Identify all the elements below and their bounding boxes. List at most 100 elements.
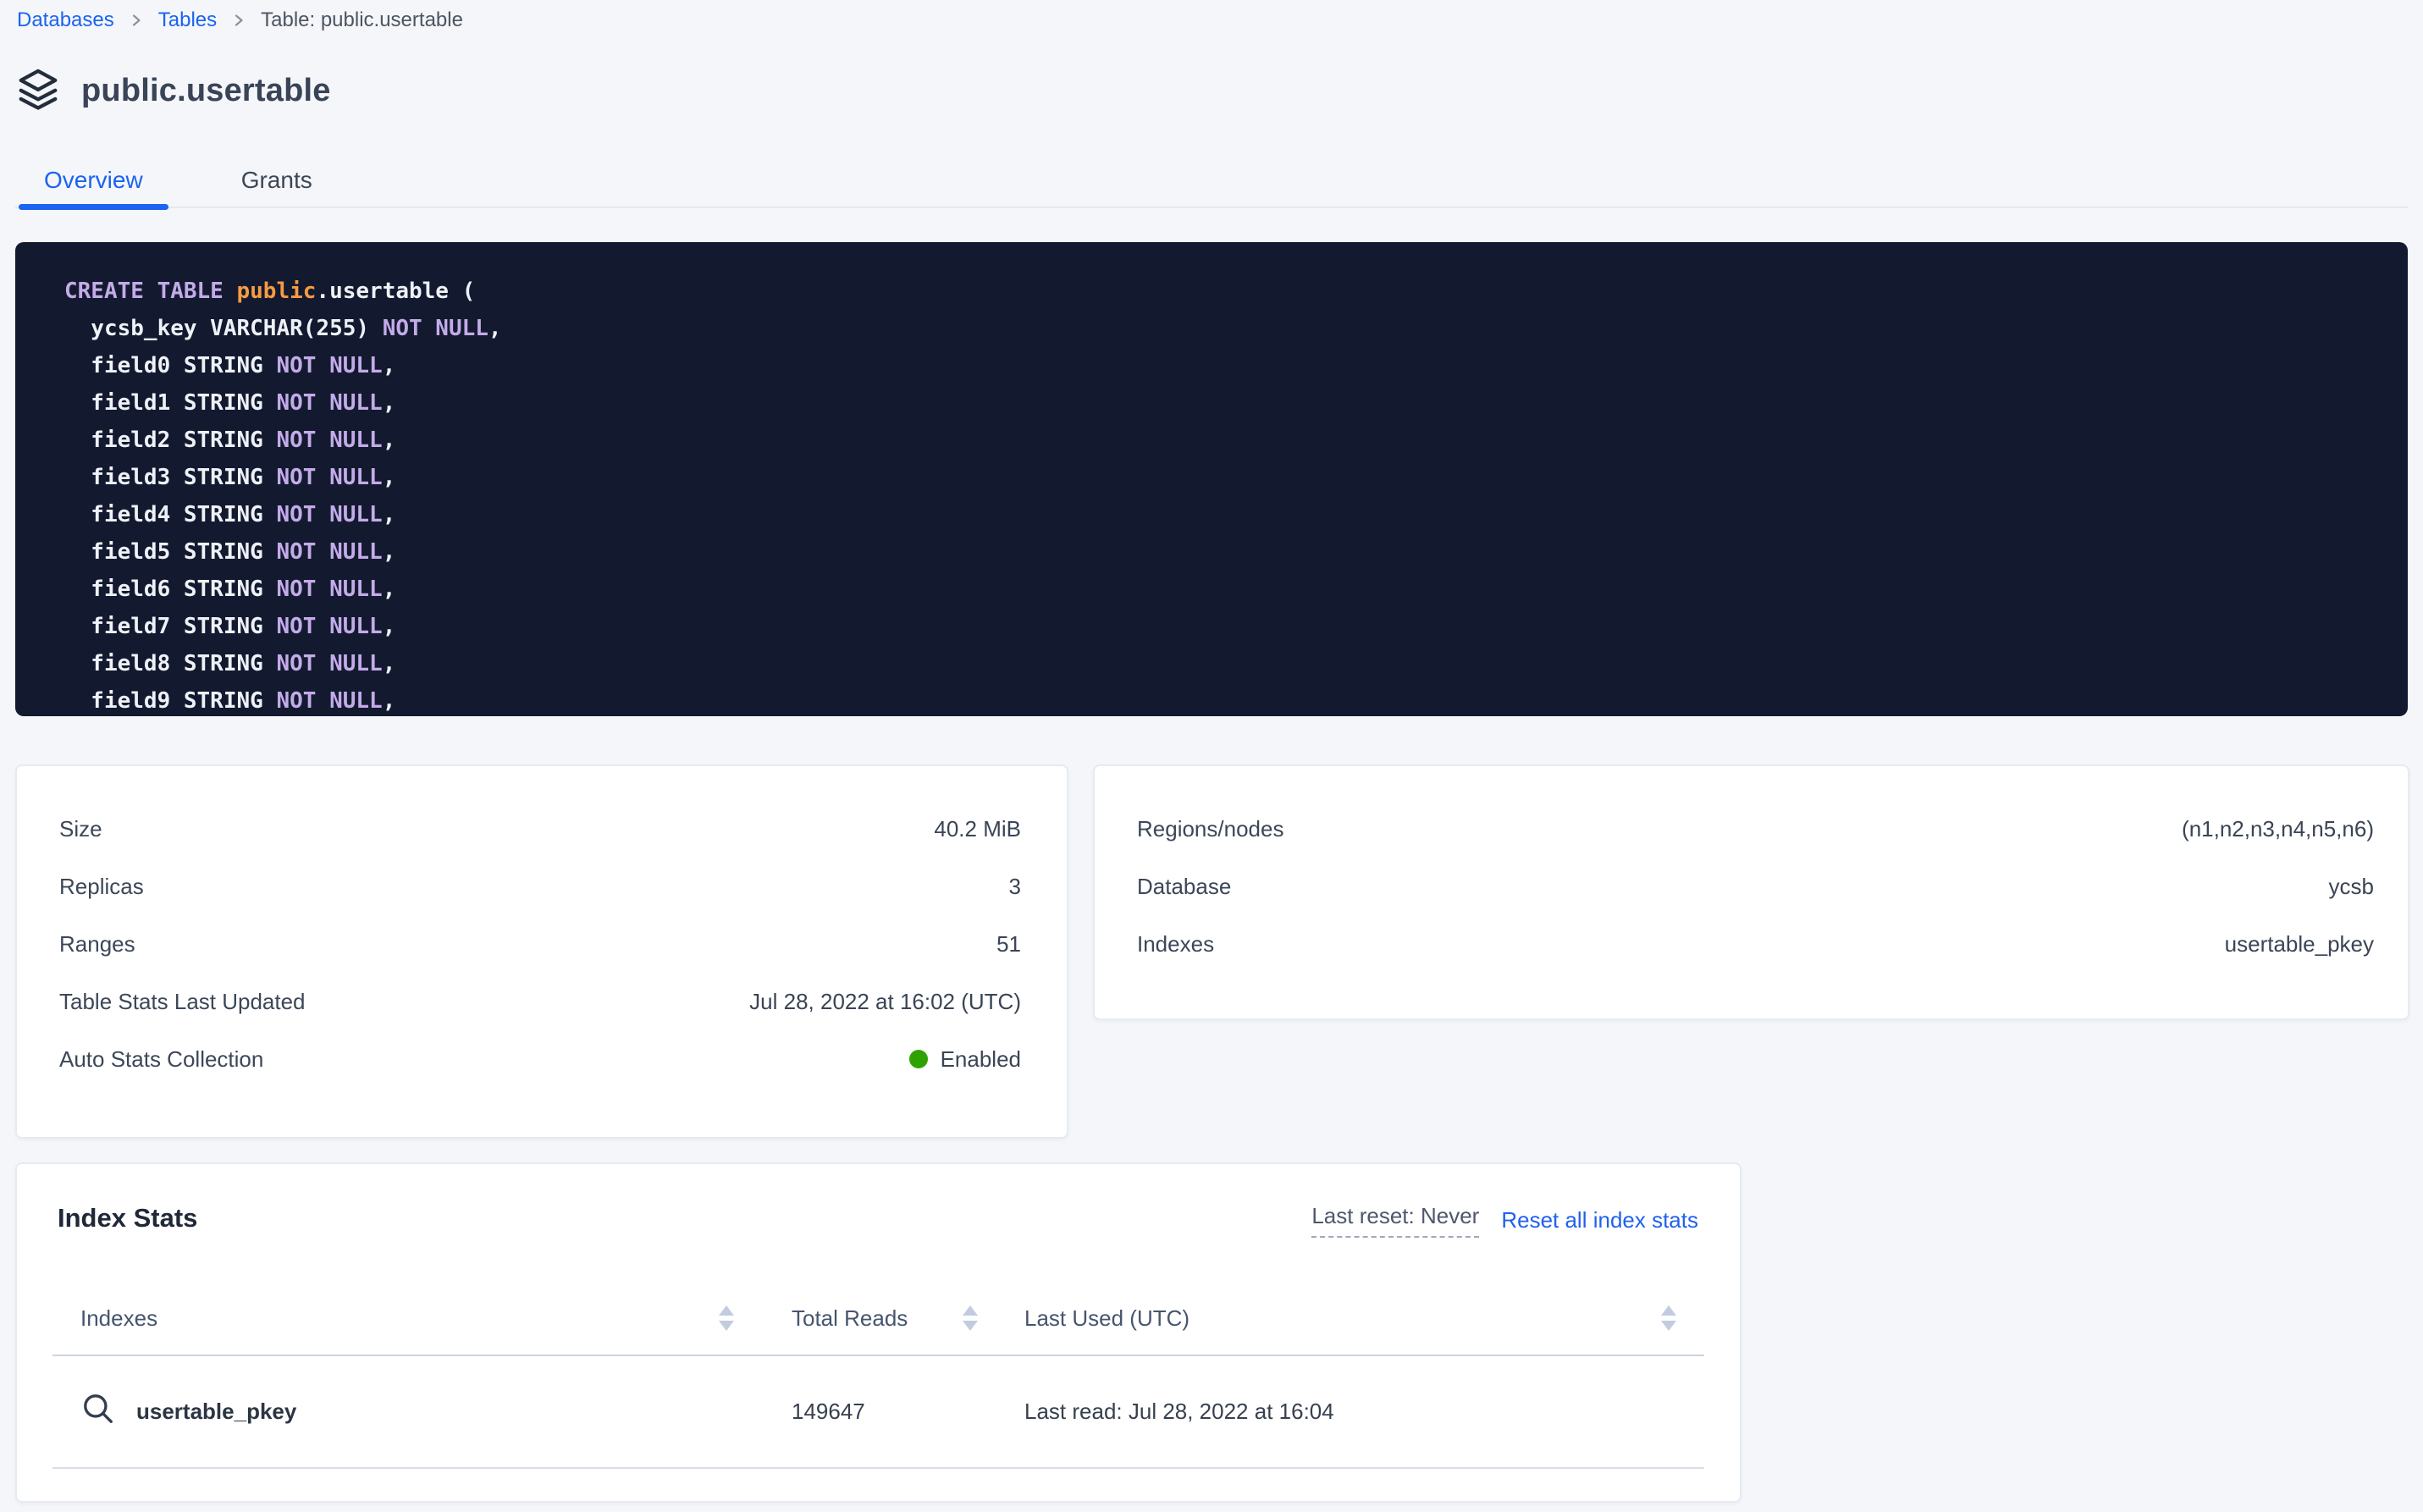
sql-segment: NOT NULL xyxy=(276,502,382,527)
sql-segment: field7 STRING xyxy=(64,614,276,639)
sql-segment: field5 STRING xyxy=(64,539,276,565)
table-stack-icon xyxy=(15,66,61,116)
chevron-right-icon xyxy=(230,12,247,29)
index-total-reads: 149647 xyxy=(741,1399,1024,1425)
sql-segment: NOT NULL xyxy=(383,316,488,341)
sql-segment: NOT NULL xyxy=(276,353,382,378)
sql-segment: , xyxy=(383,502,396,527)
page-title: public.usertable xyxy=(81,73,331,109)
stat-value: usertable_pkey xyxy=(2225,931,2374,957)
sql-segment: , xyxy=(488,316,502,341)
reset-all-index-stats-link[interactable]: Reset all index stats xyxy=(1501,1207,1698,1233)
sql-segment: NOT NULL xyxy=(276,539,382,565)
search-icon xyxy=(80,1391,116,1432)
stat-row: Indexes usertable_pkey xyxy=(1137,915,2374,973)
sql-segment: , xyxy=(383,390,396,416)
stat-value: (n1,n2,n3,n4,n5,n6) xyxy=(2182,816,2374,842)
index-name-link[interactable]: usertable_pkey xyxy=(136,1399,296,1425)
sql-segment: field2 STRING xyxy=(64,428,276,453)
sql-segment: , xyxy=(383,465,396,490)
sql-segment: , xyxy=(383,428,396,453)
sort-icon[interactable] xyxy=(963,1305,978,1331)
stat-row: Ranges 51 xyxy=(59,915,1021,973)
sql-segment: , xyxy=(383,577,396,602)
breadcrumb-current: Table: public.usertable xyxy=(261,8,463,32)
sql-line: field8 STRING NOT NULL, xyxy=(64,645,2374,682)
sql-segment: .usertable ( xyxy=(316,279,475,304)
create-table-sql-block: CREATE TABLE public.usertable ( ycsb_key… xyxy=(15,242,2408,716)
table-overview-stats-card: Size 40.2 MiB Replicas 3 Ranges 51 Table Stats… xyxy=(15,764,1068,1139)
sql-segment: , xyxy=(383,688,396,714)
chevron-right-icon xyxy=(128,12,145,29)
sql-segment: , xyxy=(383,539,396,565)
column-header-total-reads: Total Reads xyxy=(792,1305,908,1332)
stat-row: Size 40.2 MiB xyxy=(59,800,1021,858)
sql-segment: NOT NULL xyxy=(276,614,382,639)
stat-value: 40.2 MiB xyxy=(934,816,1021,842)
stat-value: ycsb xyxy=(2329,874,2374,900)
sql-line: field2 STRING NOT NULL, xyxy=(64,422,2374,459)
sql-segment: field0 STRING xyxy=(64,353,276,378)
sql-segment: NOT NULL xyxy=(276,577,382,602)
sql-segment: NOT NULL xyxy=(276,465,382,490)
stat-row: Replicas 3 xyxy=(59,858,1021,915)
breadcrumb-link-databases[interactable]: Databases xyxy=(17,8,114,32)
stat-value: Enabled xyxy=(909,1046,1021,1073)
table-details-card: Regions/nodes (n1,n2,n3,n4,n5,n6) Database… xyxy=(1093,764,2409,1020)
stat-label: Database xyxy=(1137,874,1231,900)
sql-line: field0 STRING NOT NULL, xyxy=(64,347,2374,384)
sort-icon[interactable] xyxy=(1661,1305,1676,1331)
index-stats-controls: Last reset: Never Reset all index stats xyxy=(1311,1203,1698,1238)
tab-grants[interactable]: Grants xyxy=(216,154,338,207)
sql-segment: field1 STRING xyxy=(64,390,276,416)
sql-segment: , xyxy=(383,651,396,676)
sql-segment: NOT NULL xyxy=(276,688,382,714)
tab-bar: Overview Grants xyxy=(15,154,2408,208)
sql-line: field6 STRING NOT NULL, xyxy=(64,571,2374,608)
breadcrumb-link-tables[interactable]: Tables xyxy=(158,8,217,32)
sql-segment: ycsb_key VARCHAR(255) xyxy=(64,316,383,341)
index-stats-card: Index Stats Last reset: Never Reset all … xyxy=(15,1162,1741,1503)
sql-segment: NOT NULL xyxy=(276,428,382,453)
stat-row: Table Stats Last Updated Jul 28, 2022 at … xyxy=(59,973,1021,1030)
sql-segment: public xyxy=(237,279,317,304)
breadcrumb: Databases Tables Table: public.usertable xyxy=(17,3,463,37)
status-dot-enabled xyxy=(909,1050,928,1068)
sql-line: field7 STRING NOT NULL, xyxy=(64,608,2374,645)
sql-segment: field3 STRING xyxy=(64,465,276,490)
page-header: public.usertable xyxy=(15,66,331,116)
sql-line: field4 STRING NOT NULL, xyxy=(64,496,2374,533)
sql-line: ycsb_key VARCHAR(255) NOT NULL, xyxy=(64,310,2374,347)
sql-line: field9 STRING NOT NULL, xyxy=(64,682,2374,716)
column-header-indexes: Indexes xyxy=(80,1305,157,1332)
sql-segment: CREATE TABLE xyxy=(64,279,237,304)
stat-row: Regions/nodes (n1,n2,n3,n4,n5,n6) xyxy=(1137,800,2374,858)
stat-label: Size xyxy=(59,816,102,842)
index-last-used: Last read: Jul 28, 2022 at 16:04 xyxy=(1024,1399,1704,1425)
index-table-header: Indexes Total Reads Last Used (UTC) xyxy=(52,1282,1704,1356)
sort-icon[interactable] xyxy=(719,1305,734,1331)
sql-segment: NOT NULL xyxy=(276,651,382,676)
sql-segment: field8 STRING xyxy=(64,651,276,676)
stat-label: Replicas xyxy=(59,874,144,900)
stat-row: Database ycsb xyxy=(1137,858,2374,915)
stat-value: 3 xyxy=(1009,874,1021,900)
last-reset-label: Last reset: Never xyxy=(1311,1203,1479,1238)
sql-segment: field6 STRING xyxy=(64,577,276,602)
index-stats-title: Index Stats xyxy=(52,1203,197,1233)
stat-value: 51 xyxy=(996,931,1021,957)
stat-label: Table Stats Last Updated xyxy=(59,989,306,1015)
index-table-row: usertable_pkey 149647 Last read: Jul 28,… xyxy=(52,1356,1704,1469)
stat-value: Jul 28, 2022 at 16:02 (UTC) xyxy=(749,989,1021,1015)
stat-label: Regions/nodes xyxy=(1137,816,1283,842)
stat-label: Indexes xyxy=(1137,931,1214,957)
stat-label: Ranges xyxy=(59,931,135,957)
sql-line: CREATE TABLE public.usertable ( xyxy=(64,273,2374,310)
sql-segment: , xyxy=(383,614,396,639)
column-header-last-used: Last Used (UTC) xyxy=(1024,1305,1189,1332)
tab-overview[interactable]: Overview xyxy=(19,154,168,207)
sql-segment: field4 STRING xyxy=(64,502,276,527)
sql-segment: , xyxy=(383,353,396,378)
stat-label: Auto Stats Collection xyxy=(59,1046,263,1073)
sql-segment: field9 STRING xyxy=(64,688,276,714)
